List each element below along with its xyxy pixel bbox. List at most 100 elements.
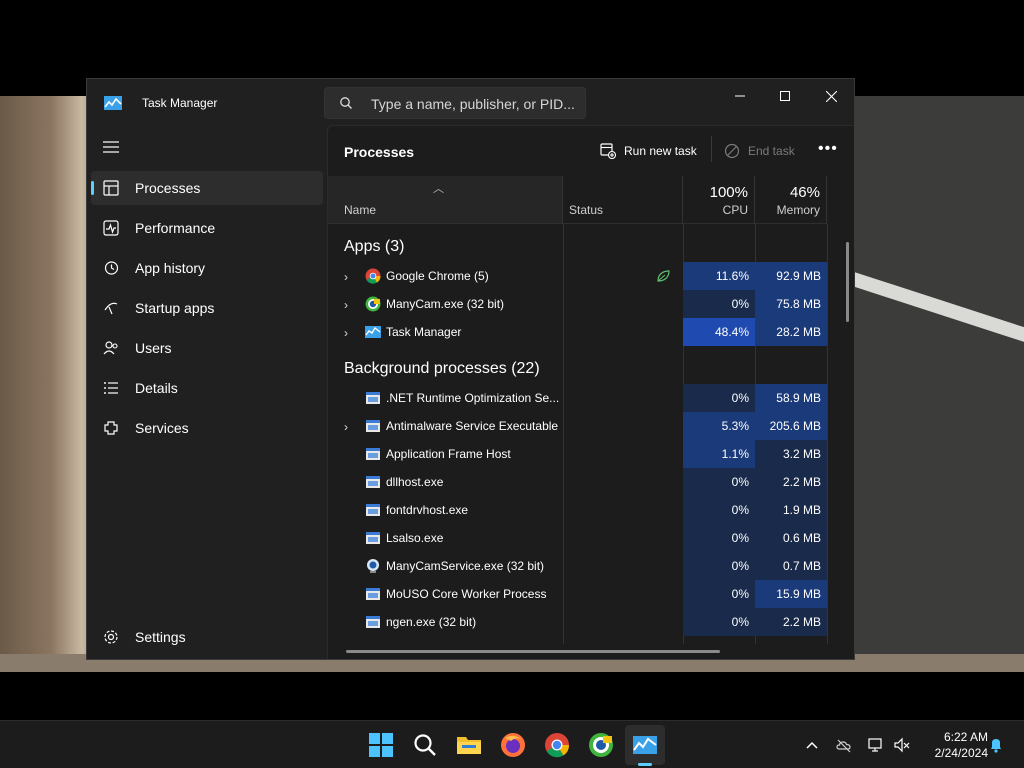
expand-chevron-icon[interactable]: › [344, 298, 348, 312]
toolbar-divider [711, 136, 712, 162]
memory-value: 28.2 MB [755, 318, 827, 346]
memory-value: 92.9 MB [755, 262, 827, 290]
chevron-up-icon[interactable] [804, 737, 820, 753]
group-header-apps: Apps (3) [344, 238, 405, 255]
table-row[interactable]: .NET Runtime Optimization Se... 0% 58.9 … [328, 384, 828, 412]
column-cpu-label: CPU [722, 203, 748, 217]
sidebar-item-processes[interactable]: Processes [91, 171, 323, 205]
task-manager-taskbar-icon[interactable] [632, 732, 658, 758]
sidebar-item-label: Performance [135, 220, 216, 236]
run-new-task-button[interactable]: Run new task [600, 138, 697, 164]
table-row[interactable]: › ManyCam.exe (32 bit) 0% 75.8 MB [328, 290, 828, 318]
process-name: Antimalware Service Executable [386, 419, 559, 433]
close-button[interactable] [816, 85, 846, 107]
process-name: ManyCamService.exe (32 bit) [386, 559, 545, 573]
column-header-memory[interactable]: 46% Memory [755, 176, 827, 224]
horizontal-scrollbar[interactable] [346, 650, 720, 653]
column-header-status[interactable]: Status [563, 176, 683, 224]
table-row[interactable]: dllhost.exe 0% 2.2 MB [328, 468, 828, 496]
hamburger-menu-icon[interactable] [103, 141, 119, 153]
column-header-name[interactable]: ︿ Name [328, 176, 563, 224]
process-icon [366, 504, 380, 516]
search-icon [340, 97, 352, 109]
network-icon[interactable] [868, 737, 884, 753]
onedrive-offline-icon[interactable] [836, 737, 852, 753]
details-icon [104, 382, 118, 394]
cpu-value: 48.4% [683, 318, 755, 346]
column-header-cpu[interactable]: 100% CPU [683, 176, 755, 224]
active-indicator [91, 181, 94, 195]
sidebar-item-label: Startup apps [135, 300, 215, 316]
column-name-label: Name [344, 203, 377, 217]
memory-value: 0.7 MB [755, 552, 827, 580]
sidebar-item-performance[interactable]: Performance [91, 211, 323, 245]
cpu-value: 0% [683, 608, 755, 636]
cpu-value: 11.6% [683, 262, 755, 290]
group-header-background: Background processes (22) [344, 360, 540, 377]
table-row[interactable]: › Task Manager 48.4% 28.2 MB [328, 318, 828, 346]
vertical-scrollbar[interactable] [846, 242, 849, 322]
column-memory-label: Memory [776, 203, 820, 217]
process-icon [366, 476, 380, 488]
cpu-value: 0% [683, 290, 755, 318]
notification-bell-icon[interactable] [988, 737, 1004, 753]
start-windows-icon[interactable] [368, 732, 394, 758]
sidebar-item-settings[interactable]: Settings [91, 620, 323, 654]
firefox-icon[interactable] [500, 732, 526, 758]
search-icon[interactable] [412, 732, 438, 758]
sidebar-item-app-history[interactable]: App history [91, 251, 323, 285]
sidebar-item-details[interactable]: Details [91, 371, 323, 405]
table-row[interactable]: fontdrvhost.exe 0% 1.9 MB [328, 496, 828, 524]
desktop: Task Manager Type a name, publisher, or … [0, 0, 1024, 768]
volume-muted-icon[interactable] [894, 737, 910, 753]
table-row[interactable]: ngen.exe (32 bit) 0% 2.2 MB [328, 608, 828, 636]
system-clock[interactable]: 6:22 AM 2/24/2024 [918, 729, 988, 761]
table-row[interactable]: Application Frame Host 1.1% 3.2 MB [328, 440, 828, 468]
search-input[interactable] [371, 94, 581, 114]
more-options-button[interactable]: ••• [818, 141, 838, 157]
memory-value: 1.9 MB [755, 496, 827, 524]
title-bar: Task Manager [87, 79, 854, 125]
cpu-value: 5.3% [683, 412, 755, 440]
window-title: Task Manager [142, 96, 218, 110]
table-row[interactable]: › Antimalware Service Executable 5.3% 20… [328, 412, 828, 440]
table-row[interactable]: › Google Chrome (5) 11.6% 92.9 MB [328, 262, 828, 290]
sidebar-item-services[interactable]: Services [91, 411, 323, 445]
process-name: MoUSO Core Worker Process [386, 587, 547, 601]
processes-panel: Processes Run new task End task ••• ︿ Na… [327, 125, 854, 659]
performance-icon [103, 220, 119, 236]
expand-chevron-icon[interactable]: › [344, 270, 348, 284]
table-row[interactable]: ManyCamService.exe (32 bit) 0% 0.7 MB [328, 552, 828, 580]
process-icon [366, 588, 380, 600]
memory-value: 15.9 MB [755, 580, 827, 608]
search-box[interactable] [324, 87, 586, 119]
startup-icon [104, 302, 118, 315]
file-explorer-icon[interactable] [456, 732, 482, 758]
memory-value: 205.6 MB [755, 412, 827, 440]
sidebar-item-label: Processes [135, 180, 201, 196]
end-task-button[interactable]: End task [724, 138, 795, 164]
process-name: Lsalso.exe [386, 531, 444, 545]
expand-chevron-icon[interactable]: › [344, 326, 348, 340]
process-name: ngen.exe (32 bit) [386, 615, 477, 629]
cpu-value: 0% [683, 496, 755, 524]
run-task-icon [600, 143, 616, 159]
sidebar-item-startup-apps[interactable]: Startup apps [91, 291, 323, 325]
table-row[interactable]: Lsalso.exe 0% 0.6 MB [328, 524, 828, 552]
processes-icon [103, 180, 119, 196]
column-status-label: Status [569, 203, 604, 217]
chrome-icon [365, 268, 381, 284]
maximize-button[interactable] [770, 85, 800, 107]
table-row[interactable]: MoUSO Core Worker Process 0% 15.9 MB [328, 580, 828, 608]
sidebar-item-label: Users [135, 340, 172, 356]
chrome-icon[interactable] [544, 732, 570, 758]
manycam-icon[interactable] [588, 732, 614, 758]
minimize-button[interactable] [725, 85, 755, 107]
sidebar-item-users[interactable]: Users [91, 331, 323, 365]
sort-ascending-icon: ︿ [433, 183, 444, 195]
end-task-label: End task [748, 144, 795, 158]
sidebar-item-label: Settings [135, 629, 186, 645]
expand-chevron-icon[interactable]: › [344, 420, 348, 434]
process-icon [366, 392, 380, 404]
cpu-value: 1.1% [683, 440, 755, 468]
